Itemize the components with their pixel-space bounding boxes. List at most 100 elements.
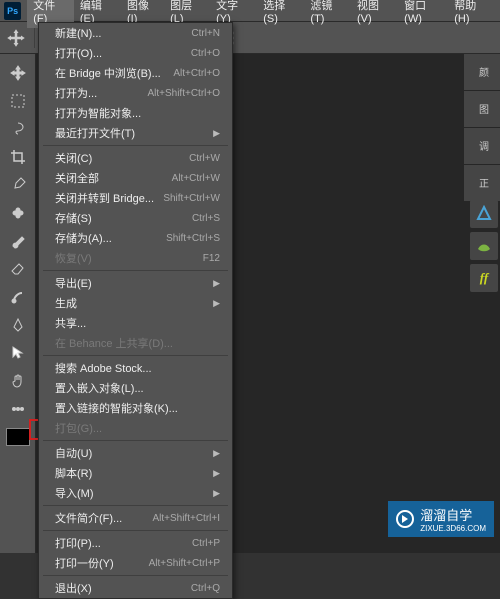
menu-item-shortcut: Ctrl+W xyxy=(189,153,220,164)
menu-item-shortcut: Ctrl+N xyxy=(191,28,220,39)
panel-tab-properties[interactable]: 正 xyxy=(464,165,500,201)
menu-item[interactable]: 关闭(C) Ctrl+W xyxy=(39,148,232,168)
menu-separator xyxy=(43,575,228,576)
menu-item-label: 共享... xyxy=(55,315,86,331)
menu-item-label: 关闭并转到 Bridge... xyxy=(55,190,154,206)
menu-item[interactable]: 置入链接的智能对象(K)... xyxy=(39,398,232,418)
menu-item-label: 打开为... xyxy=(55,85,97,101)
panel-tab-color[interactable]: 颜 xyxy=(464,54,500,90)
plugin-a-icon[interactable] xyxy=(470,200,498,228)
menu-item-shortcut: Alt+Shift+Ctrl+P xyxy=(149,558,220,569)
menu-item[interactable]: 退出(X)Ctrl+Q xyxy=(39,578,232,598)
play-icon xyxy=(396,510,414,528)
menu-item-label: 打包(G)... xyxy=(55,420,102,436)
menu-item-label: 打印(P)... xyxy=(55,535,101,551)
menu-item[interactable]: 打印一份(Y)Alt+Shift+Ctrl+P xyxy=(39,553,232,573)
panel-tab-adjustments[interactable]: 调 xyxy=(464,128,500,164)
menu-item-label: 文件简介(F)... xyxy=(55,510,122,526)
menu-item[interactable]: 打印(P)... Ctrl+P xyxy=(39,533,232,553)
menu-item-label: 生成 xyxy=(55,295,77,311)
right-panel-tabs: 颜 图 调 正 xyxy=(464,54,500,201)
submenu-arrow-icon: ▶ xyxy=(213,298,220,309)
move-tool-icon[interactable] xyxy=(6,28,26,48)
menu-item-label: 最近打开文件(T) xyxy=(55,125,135,141)
menu-item[interactable]: 存储(S)Ctrl+S xyxy=(39,208,232,228)
menu-separator xyxy=(43,505,228,506)
menu-separator xyxy=(43,530,228,531)
eyedropper-tool[interactable] xyxy=(5,172,31,198)
watermark-url: ZIXUE.3D66.COM xyxy=(420,524,486,533)
menu-item[interactable]: 在 Bridge 中浏览(B)... Alt+Ctrl+O xyxy=(39,63,232,83)
move-tool[interactable] xyxy=(5,60,31,86)
menu-item-label: 脚本(R) xyxy=(55,465,92,481)
menu-help[interactable]: 帮助(H) xyxy=(448,0,496,28)
menu-select[interactable]: 选择(S) xyxy=(257,0,304,28)
menu-item[interactable]: 导出(E)▶ xyxy=(39,273,232,293)
toolbox xyxy=(0,54,36,553)
plugin-green-icon[interactable] xyxy=(470,232,498,260)
menu-item-shortcut: Alt+Ctrl+O xyxy=(173,68,220,79)
hand-tool[interactable] xyxy=(5,368,31,394)
menu-item: 恢复(V)F12 xyxy=(39,248,232,268)
menu-filter[interactable]: 滤镜(T) xyxy=(304,0,351,28)
menu-item[interactable]: 关闭全部Alt+Ctrl+W xyxy=(39,168,232,188)
menu-item-label: 导出(E) xyxy=(55,275,92,291)
healing-tool[interactable] xyxy=(5,200,31,226)
menu-item[interactable]: 存储为(A)... Shift+Ctrl+S xyxy=(39,228,232,248)
menu-item-label: 新建(N)... xyxy=(55,25,101,41)
menu-item[interactable]: 打开(O)...Ctrl+O xyxy=(39,43,232,63)
plugin-ff-icon[interactable]: ff xyxy=(470,264,498,292)
menu-item[interactable]: 共享... xyxy=(39,313,232,333)
panel-tab-layers[interactable]: 图 xyxy=(464,91,500,127)
menu-item[interactable]: 导入(M)▶ xyxy=(39,483,232,503)
menubar: Ps 文件(F) 编辑(E) 图像(I) 图层(L) 文字(Y) 选择(S) 滤… xyxy=(0,0,500,22)
watermark: 溜溜自学 ZIXUE.3D66.COM xyxy=(388,501,494,537)
menu-item-label: 在 Behance 上共享(D)... xyxy=(55,335,173,351)
menu-item-shortcut: Alt+Shift+Ctrl+I xyxy=(152,513,220,524)
menu-window[interactable]: 窗口(W) xyxy=(398,0,448,28)
more-tools[interactable] xyxy=(5,396,31,422)
app-logo: Ps xyxy=(4,2,21,20)
crop-tool[interactable] xyxy=(5,144,31,170)
menu-item: 打包(G)... xyxy=(39,418,232,438)
menu-item[interactable]: 最近打开文件(T) ▶ xyxy=(39,123,232,143)
menu-item[interactable]: 置入嵌入对象(L)... xyxy=(39,378,232,398)
menu-item-shortcut: Ctrl+P xyxy=(192,538,220,549)
menu-view[interactable]: 视图(V) xyxy=(351,0,398,28)
color-swatch[interactable] xyxy=(6,428,30,446)
menu-item[interactable]: 文件简介(F)... Alt+Shift+Ctrl+I xyxy=(39,508,232,528)
gradient-tool[interactable] xyxy=(5,284,31,310)
menu-item-label: 搜索 Adobe Stock... xyxy=(55,360,152,376)
menu-item-shortcut: Ctrl+Q xyxy=(191,583,220,594)
pen-tool[interactable] xyxy=(5,312,31,338)
menu-separator xyxy=(43,355,228,356)
lasso-tool[interactable] xyxy=(5,116,31,142)
menu-item[interactable]: 生成 ▶ xyxy=(39,293,232,313)
menu-item-label: 打开(O)... xyxy=(55,45,102,61)
marquee-tool[interactable] xyxy=(5,88,31,114)
menu-item-label: 恢复(V) xyxy=(55,250,92,266)
menu-item-label: 关闭(C) xyxy=(55,150,92,166)
menu-item[interactable]: 新建(N)... Ctrl+N xyxy=(39,23,232,43)
menu-item[interactable]: 打开为智能对象... xyxy=(39,103,232,123)
submenu-arrow-icon: ▶ xyxy=(213,128,220,139)
menu-item-shortcut: Ctrl+S xyxy=(192,213,220,224)
file-menu-dropdown: 新建(N)...Ctrl+N打开(O)...Ctrl+O在 Bridge 中浏览… xyxy=(38,22,233,599)
brush-tool[interactable] xyxy=(5,228,31,254)
menu-item-label: 存储为(A)... xyxy=(55,230,112,246)
menu-item[interactable]: 关闭并转到 Bridge... Shift+Ctrl+W xyxy=(39,188,232,208)
menu-item-label: 导入(M) xyxy=(55,485,94,501)
menu-separator xyxy=(43,145,228,146)
menu-item[interactable]: 打开为...Alt+Shift+Ctrl+O xyxy=(39,83,232,103)
menu-item[interactable]: 脚本(R)▶ xyxy=(39,463,232,483)
path-selection-tool[interactable] xyxy=(5,340,31,366)
menu-item[interactable]: 自动(U)▶ xyxy=(39,443,232,463)
menu-item-label: 置入嵌入对象(L)... xyxy=(55,380,144,396)
menu-item-label: 打开为智能对象... xyxy=(55,105,141,121)
menu-item-shortcut: Shift+Ctrl+S xyxy=(166,233,220,244)
menu-item[interactable]: 搜索 Adobe Stock... xyxy=(39,358,232,378)
menu-item-label: 在 Bridge 中浏览(B)... xyxy=(55,65,161,81)
eraser-tool[interactable] xyxy=(5,256,31,282)
submenu-arrow-icon: ▶ xyxy=(213,448,220,459)
menu-item-shortcut: Shift+Ctrl+W xyxy=(163,193,220,204)
